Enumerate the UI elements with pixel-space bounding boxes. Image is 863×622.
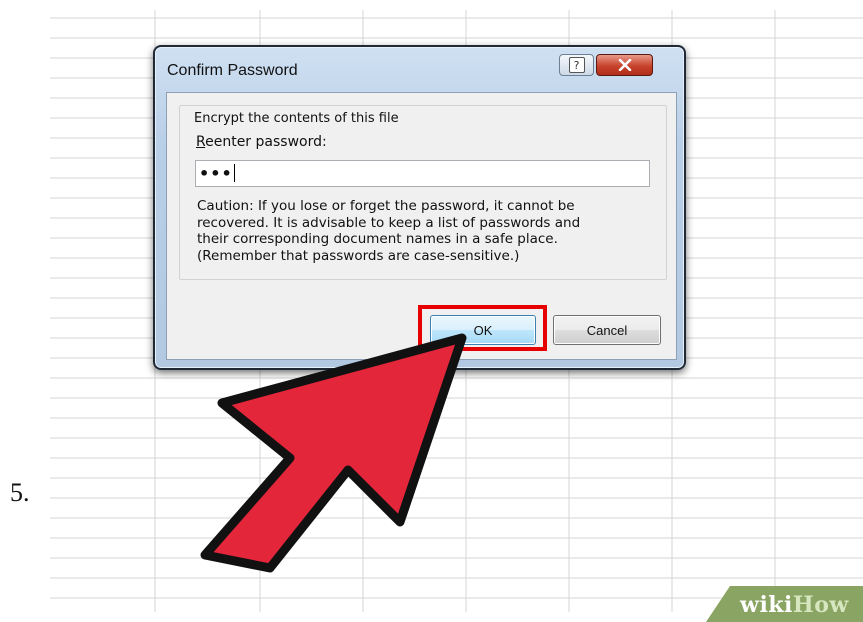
wikihow-logo: wikiHow: [740, 592, 849, 618]
red-pointer-arrow-icon: [200, 333, 467, 573]
